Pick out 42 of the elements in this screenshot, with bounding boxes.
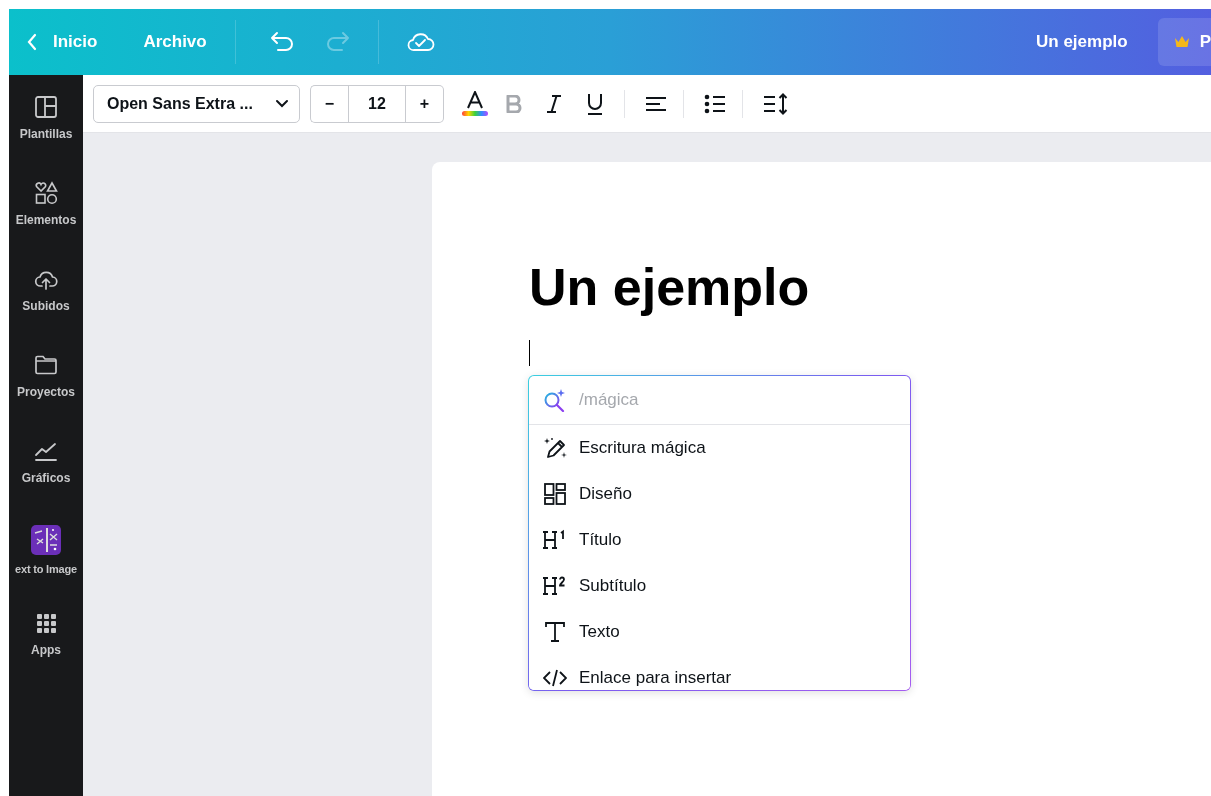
chevron-left-icon (27, 33, 37, 51)
heading-one-icon (543, 528, 567, 552)
menu-item[interactable]: Título (529, 517, 910, 563)
text-t-icon (543, 620, 567, 644)
bullet-list-icon[interactable] (704, 93, 726, 114)
sidebar-item[interactable]: Proyectos (9, 343, 83, 429)
line-spacing-icon[interactable] (763, 92, 789, 115)
heading-two-icon (543, 574, 567, 598)
sidebar-item[interactable]: ext to Image (9, 515, 83, 601)
premium-button[interactable]: P (1157, 18, 1211, 66)
increase-size-button[interactable]: + (406, 84, 444, 123)
folder-icon (34, 353, 58, 377)
layout-grid-icon (543, 482, 567, 506)
underline-icon[interactable] (586, 92, 604, 115)
app-tile-icon (31, 525, 61, 555)
decrease-size-button[interactable]: − (310, 84, 348, 123)
menu-item[interactable]: Escritura mágica (529, 425, 910, 471)
font-dropdown[interactable]: Open Sans Extra ... (93, 84, 300, 123)
menu-item[interactable]: Subtítulo (529, 563, 910, 609)
grid-icon (34, 611, 58, 635)
magic-pencil-icon (543, 436, 567, 460)
sidebar-item[interactable]: Gráficos (9, 429, 83, 515)
shapes-icon (34, 181, 58, 205)
chevron-down-icon (275, 98, 289, 109)
menu-item[interactable]: Diseño (529, 471, 910, 517)
font-size-field[interactable]: 12 (348, 84, 406, 123)
layout-icon (34, 95, 58, 119)
cloud-check-icon[interactable] (406, 31, 435, 53)
text-cursor (529, 340, 530, 366)
document-title[interactable]: Un ejemplo (1028, 23, 1136, 61)
text-color-icon[interactable] (461, 90, 489, 117)
italic-icon[interactable] (546, 94, 562, 113)
sidebar-item[interactable]: Elementos (9, 171, 83, 257)
magic-search-icon (543, 388, 567, 412)
menu-item[interactable]: Texto (529, 609, 910, 655)
sidebar-item[interactable]: Apps (9, 601, 83, 687)
sidebar-item[interactable]: Subidos (9, 257, 83, 343)
sidebar-item[interactable]: Plantillas (9, 85, 83, 171)
align-left-icon[interactable] (645, 95, 667, 112)
undo-icon[interactable] (269, 31, 296, 53)
crown-icon (1173, 35, 1190, 49)
menu-item[interactable]: Enlace para insertar (529, 655, 910, 690)
